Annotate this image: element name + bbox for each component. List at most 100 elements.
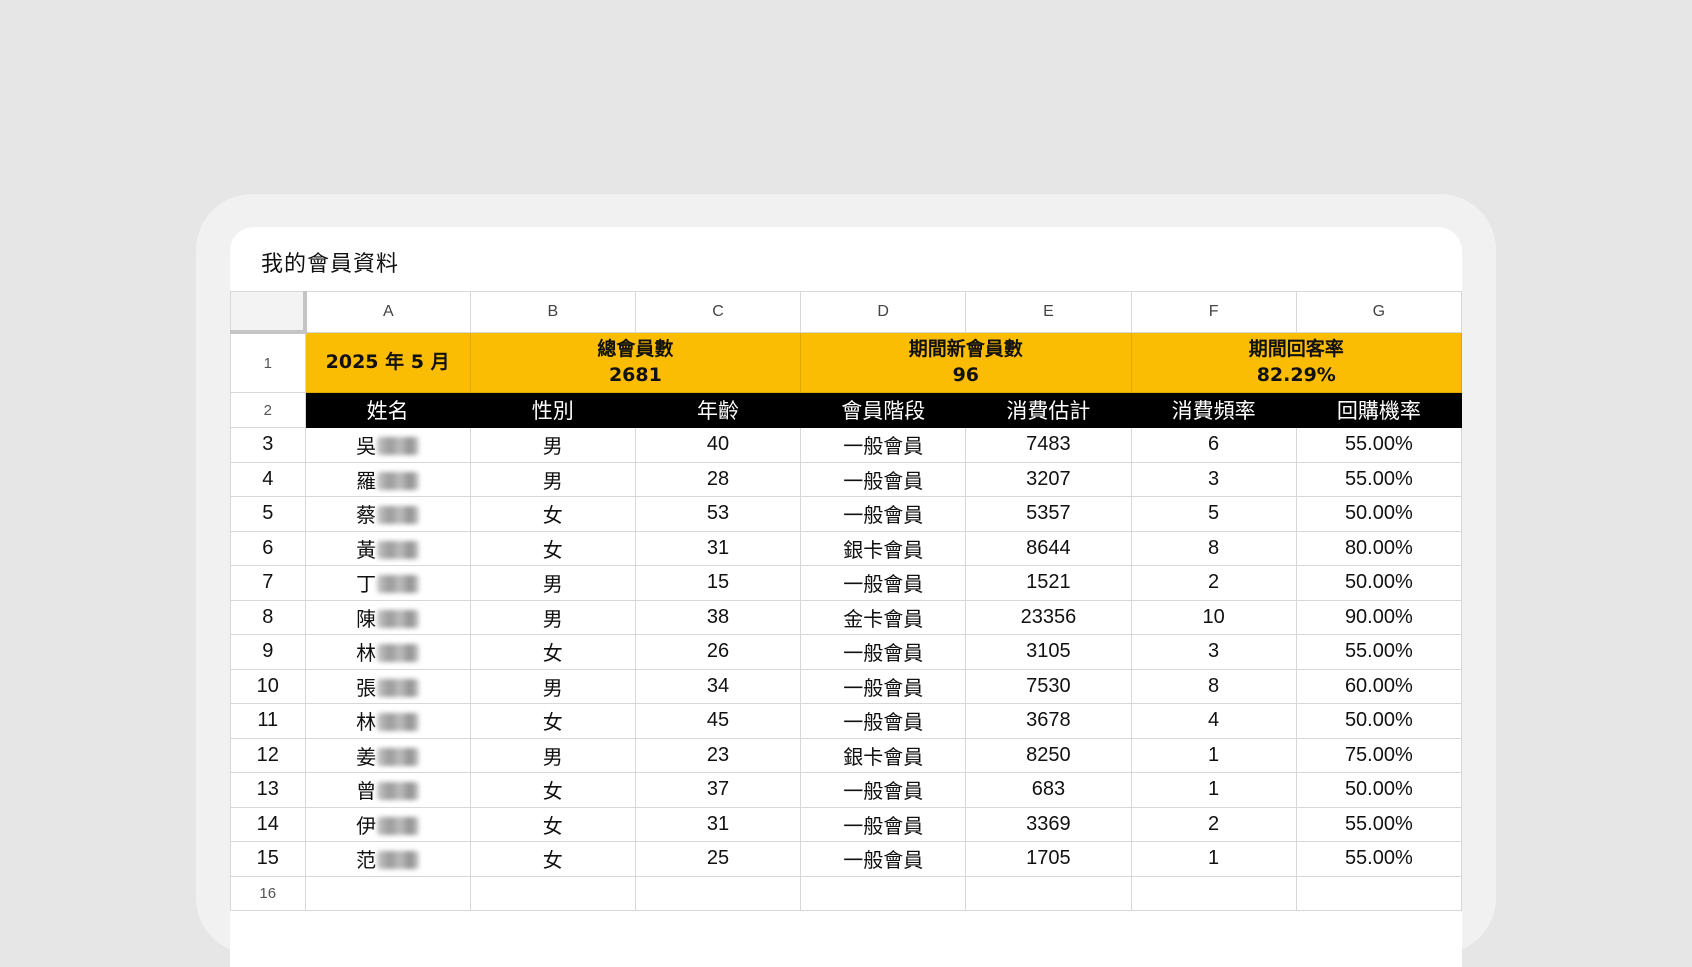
column-header-g[interactable]: G [1295, 291, 1462, 333]
cell-gender[interactable]: 女 [469, 634, 636, 670]
cell-repurchase-probability[interactable]: 50.00% [1295, 565, 1462, 601]
return-rate-cell[interactable]: 期間回客率 82.29% [1130, 331, 1462, 393]
cell-repurchase-probability[interactable]: 60.00% [1295, 668, 1462, 704]
cell-age[interactable]: 25 [634, 841, 802, 877]
cell-name[interactable]: 陳 [304, 599, 471, 635]
cell-tier[interactable]: 銀卡會員 [800, 737, 967, 773]
cell-age[interactable]: 31 [634, 806, 802, 842]
empty-cell[interactable] [800, 875, 967, 911]
cell-name[interactable]: 曾 [304, 772, 471, 808]
cell-name[interactable]: 吳 [304, 427, 471, 463]
cell-age[interactable]: 38 [634, 599, 802, 635]
cell-gender[interactable]: 女 [469, 496, 636, 532]
cell-tier[interactable]: 一般會員 [800, 772, 967, 808]
cell-age[interactable]: 34 [634, 668, 802, 704]
cell-repurchase-probability[interactable]: 55.00% [1295, 806, 1462, 842]
cell-frequency[interactable]: 10 [1130, 599, 1297, 635]
empty-cell[interactable] [469, 875, 636, 911]
empty-cell[interactable] [304, 875, 471, 911]
header-tier[interactable]: 會員階段 [800, 392, 967, 428]
cell-frequency[interactable]: 3 [1130, 461, 1297, 497]
cell-frequency[interactable]: 2 [1130, 565, 1297, 601]
cell-spend[interactable]: 3678 [965, 703, 1132, 739]
cell-spend[interactable]: 1705 [965, 841, 1132, 877]
row-number[interactable]: 16 [230, 875, 306, 911]
empty-cell[interactable] [965, 875, 1132, 911]
row-number[interactable]: 7 [230, 565, 306, 601]
cell-age[interactable]: 23 [634, 737, 802, 773]
cell-repurchase-probability[interactable]: 50.00% [1295, 496, 1462, 532]
cell-repurchase-probability[interactable]: 90.00% [1295, 599, 1462, 635]
cell-gender[interactable]: 女 [469, 841, 636, 877]
cell-spend[interactable]: 3369 [965, 806, 1132, 842]
row-number[interactable]: 2 [230, 392, 306, 428]
cell-tier[interactable]: 一般會員 [800, 427, 967, 463]
cell-repurchase-probability[interactable]: 55.00% [1295, 427, 1462, 463]
cell-repurchase-probability[interactable]: 55.00% [1295, 634, 1462, 670]
empty-cell[interactable] [1130, 875, 1297, 911]
row-number[interactable]: 11 [230, 703, 306, 739]
column-header-f[interactable]: F [1130, 291, 1297, 333]
cell-spend[interactable]: 8250 [965, 737, 1132, 773]
cell-age[interactable]: 40 [634, 427, 802, 463]
period-cell[interactable]: 2025 年 5 月 [304, 331, 471, 393]
cell-spend[interactable]: 7483 [965, 427, 1132, 463]
cell-frequency[interactable]: 2 [1130, 806, 1297, 842]
cell-tier[interactable]: 一般會員 [800, 668, 967, 704]
cell-name[interactable]: 伊 [304, 806, 471, 842]
cell-name[interactable]: 黃 [304, 530, 471, 566]
cell-name[interactable]: 姜 [304, 737, 471, 773]
row-number[interactable]: 4 [230, 461, 306, 497]
cell-spend[interactable]: 7530 [965, 668, 1132, 704]
cell-age[interactable]: 37 [634, 772, 802, 808]
cell-spend[interactable]: 8644 [965, 530, 1132, 566]
cell-gender[interactable]: 男 [469, 461, 636, 497]
row-number[interactable]: 3 [230, 427, 306, 463]
cell-gender[interactable]: 男 [469, 599, 636, 635]
empty-cell[interactable] [634, 875, 802, 911]
cell-frequency[interactable]: 1 [1130, 841, 1297, 877]
cell-spend[interactable]: 5357 [965, 496, 1132, 532]
cell-spend[interactable]: 1521 [965, 565, 1132, 601]
row-number[interactable]: 14 [230, 806, 306, 842]
cell-name[interactable]: 蔡 [304, 496, 471, 532]
cell-name[interactable]: 羅 [304, 461, 471, 497]
row-number[interactable]: 13 [230, 772, 306, 808]
column-header-b[interactable]: B [469, 291, 636, 333]
cell-age[interactable]: 28 [634, 461, 802, 497]
cell-tier[interactable]: 銀卡會員 [800, 530, 967, 566]
cell-age[interactable]: 53 [634, 496, 802, 532]
cell-name[interactable]: 范 [304, 841, 471, 877]
header-repurchase-probability[interactable]: 回購機率 [1295, 392, 1462, 428]
cell-repurchase-probability[interactable]: 50.00% [1295, 772, 1462, 808]
cell-name[interactable]: 林 [304, 703, 471, 739]
empty-cell[interactable] [1295, 875, 1462, 911]
header-age[interactable]: 年齡 [634, 392, 802, 428]
cell-gender[interactable]: 女 [469, 530, 636, 566]
new-members-cell[interactable]: 期間新會員數 96 [800, 331, 1132, 393]
cell-repurchase-probability[interactable]: 55.00% [1295, 841, 1462, 877]
cell-gender[interactable]: 女 [469, 772, 636, 808]
cell-age[interactable]: 26 [634, 634, 802, 670]
column-header-d[interactable]: D [800, 291, 967, 333]
cell-repurchase-probability[interactable]: 55.00% [1295, 461, 1462, 497]
row-number[interactable]: 12 [230, 737, 306, 773]
cell-frequency[interactable]: 1 [1130, 737, 1297, 773]
cell-age[interactable]: 31 [634, 530, 802, 566]
header-gender[interactable]: 性別 [469, 392, 636, 428]
header-name[interactable]: 姓名 [304, 392, 471, 428]
cell-tier[interactable]: 一般會員 [800, 496, 967, 532]
cell-gender[interactable]: 男 [469, 668, 636, 704]
row-number[interactable]: 5 [230, 496, 306, 532]
header-spend[interactable]: 消費估計 [965, 392, 1132, 428]
row-number[interactable]: 8 [230, 599, 306, 635]
cell-frequency[interactable]: 8 [1130, 668, 1297, 704]
cell-age[interactable]: 15 [634, 565, 802, 601]
cell-tier[interactable]: 一般會員 [800, 461, 967, 497]
cell-spend[interactable]: 3105 [965, 634, 1132, 670]
cell-tier[interactable]: 一般會員 [800, 806, 967, 842]
cell-gender[interactable]: 女 [469, 703, 636, 739]
cell-tier[interactable]: 一般會員 [800, 634, 967, 670]
row-number[interactable]: 15 [230, 841, 306, 877]
cell-tier[interactable]: 一般會員 [800, 841, 967, 877]
